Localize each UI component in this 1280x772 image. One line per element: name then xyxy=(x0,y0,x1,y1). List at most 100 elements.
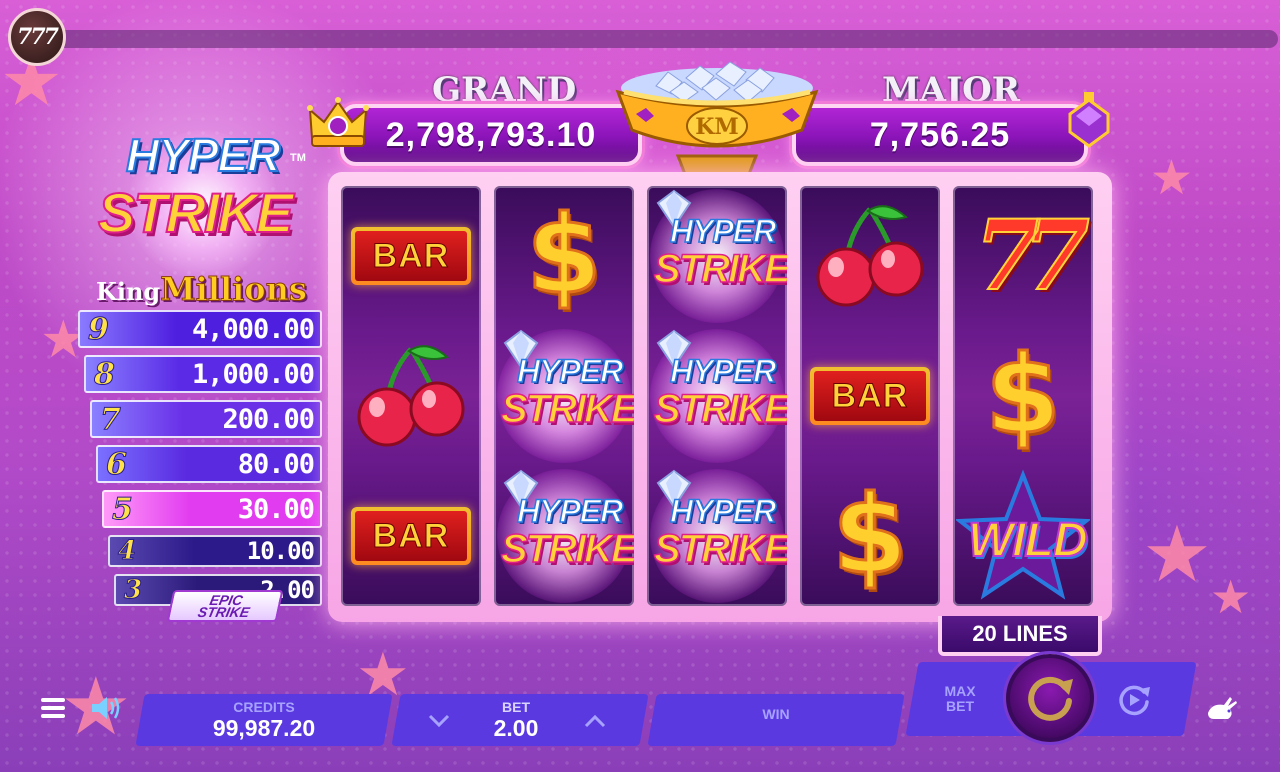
ladder-value: 10.00 xyxy=(246,537,315,565)
hyper-strike-symbol: HYPER STRIKE xyxy=(650,469,787,603)
ladder-count: 6 xyxy=(106,446,128,482)
dollar-symbol: $ xyxy=(984,333,1062,458)
ladder-count: 8 xyxy=(94,356,116,392)
bar-symbol: BAR xyxy=(351,507,471,565)
logo-brand: KingMillions xyxy=(96,270,308,309)
hyper-strike-line1: HYPER xyxy=(516,352,624,390)
cherry-symbol-icon xyxy=(816,205,924,307)
decor-star-icon: ★ xyxy=(1210,570,1252,624)
chevron-down-icon xyxy=(428,714,450,728)
credits-label: CREDITS xyxy=(233,699,295,715)
brand-badge-text: 777 xyxy=(17,24,59,50)
hyper-strike-symbol: HYPER STRIKE xyxy=(650,329,787,463)
ladder-count: 9 xyxy=(88,311,110,347)
hyper-strike-symbol: HYPER STRIKE xyxy=(650,189,787,323)
autoplay-icon xyxy=(1119,685,1150,716)
reel-3: HYPER STRIKE HYPER STRIKE HYPER STRIKE xyxy=(647,186,787,606)
hyper-strike-line2: STRIKE xyxy=(653,246,787,292)
bar-symbol-text: BAR xyxy=(355,231,467,281)
bet-increase-button[interactable] xyxy=(578,704,612,738)
ladder-row: 5 30.00 xyxy=(102,490,322,528)
ladder-count: 3 xyxy=(123,575,143,606)
seven-symbol: 77 xyxy=(973,199,1091,312)
ladder-row: 7 200.00 xyxy=(90,400,322,438)
crown-icon xyxy=(307,97,369,147)
paylines-text: 20 LINES xyxy=(972,621,1068,646)
hyper-strike-line2: STRIKE xyxy=(500,526,634,572)
ladder-count: 7 xyxy=(100,401,122,437)
max-bet-button[interactable]: MAX BET xyxy=(938,684,982,714)
bet-display: BET 2.00 xyxy=(456,694,576,746)
credits-value: 99,987.20 xyxy=(212,715,316,741)
decor-star-icon: ★ xyxy=(1150,150,1194,206)
reel-cell: BAR xyxy=(800,326,940,466)
top-progress-track xyxy=(40,30,1278,48)
ladder-value: 1,000.00 xyxy=(191,358,315,390)
win-display: WIN xyxy=(652,694,900,746)
reel-4: BAR $ xyxy=(800,186,940,606)
ladder-value: 80.00 xyxy=(237,448,315,480)
reel-cell: $ xyxy=(494,186,634,326)
turbo-button[interactable] xyxy=(1202,690,1242,726)
hyper-strike-symbol: HYPER STRIKE xyxy=(497,469,634,603)
ladder-row: 4 10.00 xyxy=(108,535,322,567)
epic-strike-text: EPIC STRIKE xyxy=(196,592,253,620)
wild-symbol-text: WILD xyxy=(967,513,1089,568)
credits-display: CREDITS 99,987.20 xyxy=(140,694,388,746)
hyper-strike-line1: HYPER xyxy=(669,352,777,390)
reel-cell: HYPER STRIKE xyxy=(494,466,634,606)
bet-decrease-button[interactable] xyxy=(422,704,456,738)
wild-symbol: WILD xyxy=(956,469,1090,603)
reel-cell: 77 xyxy=(953,186,1093,326)
hyper-strike-line1: HYPER xyxy=(669,492,777,530)
reel-cell xyxy=(800,186,940,326)
ladder-row: 9 4,000.00 xyxy=(78,310,322,348)
ladder-row: 6 80.00 xyxy=(96,445,322,483)
hyper-strike-line2: STRIKE xyxy=(653,386,787,432)
reel-2: $ HYPER STRIKE HYPER STRIKE xyxy=(494,186,634,606)
reel-cell: HYPER STRIKE xyxy=(647,466,787,606)
logo-tm-text: TM xyxy=(290,152,306,164)
max-bet-line1: MAX xyxy=(944,683,976,699)
ladder-value: 4,000.00 xyxy=(191,313,315,345)
game-logo: HYPER TM STRIKE KingMillions xyxy=(88,100,318,310)
bar-symbol-text: BAR xyxy=(814,371,926,421)
max-bet-line2: BET xyxy=(946,698,974,714)
dollar-symbol: $ xyxy=(831,473,909,598)
major-jackpot-value: 7,756.25 xyxy=(869,115,1011,154)
ladder-value: 30.00 xyxy=(237,493,315,525)
turbo-rabbit-icon xyxy=(1208,697,1237,719)
reel-cell: HYPER STRIKE xyxy=(647,186,787,326)
sound-icon xyxy=(92,697,120,719)
autoplay-button[interactable] xyxy=(1114,680,1154,720)
reel-cell: $ xyxy=(953,326,1093,466)
logo-strike-text: STRIKE xyxy=(97,180,294,245)
brand-badge[interactable]: 777 xyxy=(8,8,66,66)
reel-cell: WILD xyxy=(953,466,1093,606)
logo-brand-name: Millions xyxy=(160,270,308,309)
ladder-row: 8 1,000.00 xyxy=(84,355,322,393)
menu-icon xyxy=(41,698,65,718)
reel-cell: $ xyxy=(800,466,940,606)
logo-hyper-text: HYPER xyxy=(125,128,281,182)
reel-1: BAR BAR xyxy=(341,186,481,606)
logo-brand-prefix: King xyxy=(96,277,161,306)
reel-cell xyxy=(341,326,481,466)
major-jackpot-panel: 7,756.25 xyxy=(792,104,1088,166)
hyper-strike-line2: STRIKE xyxy=(500,386,634,432)
epic-line2: STRIKE xyxy=(196,604,252,620)
ladder-count: 4 xyxy=(117,536,137,567)
hyper-strike-symbol: HYPER STRIKE xyxy=(497,329,634,463)
ladder-value: 200.00 xyxy=(222,403,315,435)
reel-cell: BAR xyxy=(341,186,481,326)
sound-button[interactable] xyxy=(88,692,124,724)
gem-icon xyxy=(1068,92,1110,148)
bet-label: BET xyxy=(502,699,530,715)
reel-cell: BAR xyxy=(341,466,481,606)
bowl-emblem: KM xyxy=(695,114,738,140)
reel-cell: HYPER STRIKE xyxy=(494,326,634,466)
spin-button[interactable] xyxy=(1006,654,1094,742)
prize-ladder: 9 4,000.00 8 1,000.00 7 200.00 6 80.00 5 30.0… xyxy=(78,310,324,613)
reel-5: 77 $ WILD xyxy=(953,186,1093,606)
menu-button[interactable] xyxy=(38,692,70,724)
